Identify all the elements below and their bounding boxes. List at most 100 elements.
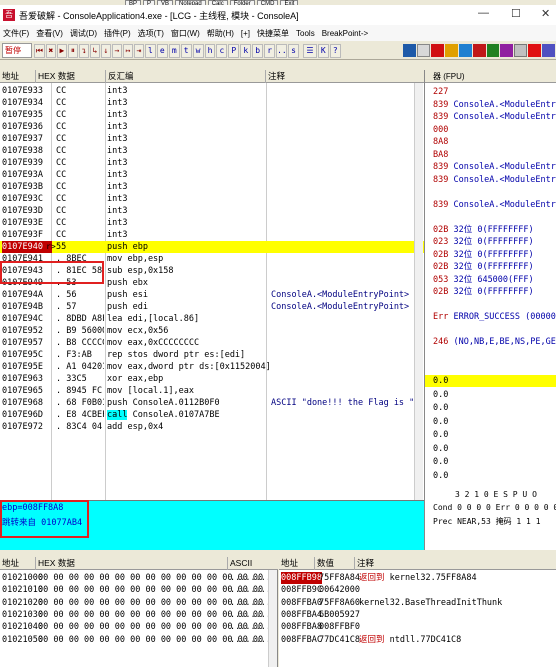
dump-row[interactable]: 01021030 00 00 00 00 00 00 00 00 00 00 00… — [0, 609, 277, 621]
disasm-row[interactable]: 0107E952 . B9 56000000mov ecx,0x56 — [0, 325, 424, 337]
disasm-row[interactable]: 0107E968 . 68 F0B01201push ConsoleA.0112B… — [0, 397, 424, 409]
disasm-scrollbar[interactable] — [414, 83, 423, 500]
fpu-register[interactable]: 0.0 — [433, 416, 448, 428]
disasm-row[interactable]: 0107E940 r> 55 push ebp — [0, 241, 424, 253]
menu-file[interactable]: 文件(F) — [3, 28, 29, 39]
disasm-row[interactable]: 0107E933 CC int3 — [0, 85, 424, 97]
disasm-row[interactable]: 0107E93A CC int3 — [0, 169, 424, 181]
disasm-row[interactable]: 0107E934 CC int3 — [0, 97, 424, 109]
disasm-row[interactable]: 0107E938 CC int3 — [0, 145, 424, 157]
plugin-icon-5[interactable] — [458, 44, 472, 57]
register-line[interactable]: 839 ConsoleA.<ModuleEntryPoint> — [433, 199, 556, 211]
stack-row[interactable]: 008FFBAC 77DC41C8 返回到 ntdll.77DC41C8 — [279, 634, 556, 646]
fpu-register[interactable]: 0.0 — [433, 429, 448, 441]
fpu-register[interactable]: 0.0 — [433, 456, 448, 468]
register-line[interactable]: BA8 — [433, 149, 448, 161]
plugin-icon-4[interactable] — [444, 44, 458, 57]
plugin-icon-7[interactable] — [486, 44, 500, 57]
disasm-row[interactable]: 0107E93F CC int3 — [0, 229, 424, 241]
menu-breakpoint[interactable]: BreakPoint-> — [322, 29, 368, 38]
fpu-register[interactable]: 0.0 — [433, 402, 448, 414]
patches-window-button[interactable]: P — [228, 43, 240, 58]
memory-window-button[interactable]: m — [168, 43, 180, 58]
minimize-button[interactable]: — — [478, 7, 489, 19]
stack-row[interactable]: 008FFB9C 00642000 — [279, 584, 556, 596]
disasm-row[interactable]: 0107E94A . 56 push esi ConsoleA.<ModuleEntr… — [0, 289, 424, 301]
help-button[interactable]: ? — [329, 43, 341, 58]
memory-dump-pane[interactable]: 01021000 00 00 00 00 00 00 00 00 00 00 00… — [0, 570, 278, 667]
menu-window[interactable]: 窗口(W) — [171, 28, 200, 39]
trace-over-button[interactable]: → — [111, 43, 122, 58]
menu-help[interactable]: 帮助(H) — [207, 28, 234, 39]
fpu-register[interactable]: 0.0 — [433, 375, 448, 387]
stack-pane[interactable]: 008FFB98 75FF8A84 返回到 kernel32.75FF8A84 008… — [279, 570, 556, 667]
disasm-row[interactable]: 0107E935 CC int3 — [0, 109, 424, 121]
close-button[interactable]: ✕ — [541, 7, 550, 20]
stack-row[interactable]: 008FFBA4 6B005927 — [279, 609, 556, 621]
stack-col-address[interactable]: 地址 — [279, 557, 315, 570]
register-line[interactable]: 023 32位 0(FFFFFFFF) — [433, 236, 534, 248]
fpu-register[interactable]: 0.0 — [433, 389, 448, 401]
source-window-button[interactable]: s — [288, 43, 299, 58]
disasm-row[interactable]: 0107E95E . A1 04201501mov eax,dword ptr d… — [0, 361, 424, 373]
register-line[interactable]: 246 (NO,NB,E,BE,NS,PE,GE,LE) — [433, 336, 556, 348]
cpu-window-button[interactable]: c — [216, 43, 228, 58]
menu-shortcuts[interactable]: 快捷菜单 — [257, 28, 289, 39]
plugin-icon-8[interactable] — [500, 44, 514, 57]
register-line[interactable]: 839 ConsoleA.<ModuleEntryPoint> — [433, 111, 556, 123]
register-line[interactable]: 02B 32位 0(FFFFFFFF) — [433, 261, 534, 273]
goto-button[interactable]: ⇥ — [133, 43, 144, 58]
step-into-button[interactable]: ↴ — [78, 43, 89, 58]
plugin-icon-11[interactable] — [542, 44, 556, 57]
disasm-row[interactable]: 0107E94C . 8DBD A8FEFFFFlea edi,[local.86… — [0, 313, 424, 325]
dump-row[interactable]: 01021000 00 00 00 00 00 00 00 00 00 00 00… — [0, 572, 277, 584]
dump-scrollbar[interactable] — [268, 570, 277, 667]
runtrace-window-button[interactable]: ... — [276, 43, 292, 58]
disasm-row[interactable]: 0107E972 . 83C4 04 add esp,0x4 — [0, 421, 424, 433]
log-window-button[interactable]: l — [144, 43, 156, 58]
menu-tools[interactable]: Tools — [296, 29, 315, 38]
step-over-button[interactable]: ↳ — [89, 43, 100, 58]
dump-col-hex[interactable]: HEX 数据 — [36, 557, 228, 570]
menu-plugins[interactable]: 插件(P) — [104, 28, 131, 39]
pause-button[interactable]: ⏸ — [67, 43, 78, 58]
dump-col-ascii[interactable]: ASCII — [228, 557, 278, 570]
registers-pane[interactable]: 器 (FPU) 227 839 ConsoleA.<ModuleEntryPoin… — [424, 70, 556, 550]
disasm-row[interactable]: 0107E957 . B8 CCCCCCCCmov eax,0xCCCCCCCC — [0, 337, 424, 349]
dump-row[interactable]: 01021020 00 00 00 00 00 00 00 00 00 00 00… — [0, 597, 277, 609]
plugin-icon-3[interactable] — [430, 44, 444, 57]
register-line[interactable]: 000 — [433, 124, 448, 136]
menu-debug[interactable]: 调试(D) — [70, 28, 97, 39]
register-line[interactable]: 02B 32位 0(FFFFFFFF) — [433, 224, 534, 236]
disasm-row[interactable]: 0107E93B CC int3 — [0, 181, 424, 193]
disasm-row[interactable]: 0107E937 CC int3 — [0, 133, 424, 145]
register-line[interactable]: 053 32位 645000(FFF) — [433, 274, 534, 286]
register-line[interactable]: 839 ConsoleA.<ModuleEntryPoint> — [433, 174, 556, 186]
disasm-row[interactable]: 0107E93D CC int3 — [0, 205, 424, 217]
menu-plus[interactable]: [+] — [241, 29, 250, 38]
disasm-row[interactable]: 0107E936 CC int3 — [0, 121, 424, 133]
plugin-icon-6[interactable] — [472, 44, 486, 57]
callstack-window-button[interactable]: k — [240, 43, 252, 58]
register-line[interactable]: 839 ConsoleA.<ModuleEntryPoint> — [433, 99, 556, 111]
menu-options[interactable]: 选项(T) — [138, 28, 164, 39]
terminate-button[interactable]: ✖ — [45, 43, 56, 58]
disasm-row[interactable]: 0107E963 . 33C5 xor eax,ebp — [0, 373, 424, 385]
stack-row[interactable]: 008FFBA8 008FFBF0 — [279, 621, 556, 633]
windows-window-button[interactable]: w — [192, 43, 204, 58]
fpu-register[interactable]: 0.0 — [433, 443, 448, 455]
modules-window-button[interactable]: e — [156, 43, 168, 58]
disasm-row[interactable]: 0107E94B . 57 push edi ConsoleA.<ModuleEntr… — [0, 301, 424, 313]
col-hex[interactable]: HEX 数据 — [36, 70, 106, 83]
disasm-row[interactable]: 0107E939 CC int3 — [0, 157, 424, 169]
maximize-button[interactable]: ☐ — [511, 7, 521, 20]
references-window-button[interactable]: r — [264, 43, 276, 58]
restart-button[interactable]: ⏮ — [33, 43, 45, 58]
plugin-icon-9[interactable] — [514, 44, 528, 57]
col-comment[interactable]: 注释 — [266, 70, 424, 83]
stack-row[interactable]: 008FFBA0 75FF8A60 kernel32.BaseThreadInitT… — [279, 597, 556, 609]
handles-window-button[interactable]: h — [204, 43, 216, 58]
register-line[interactable]: 227 — [433, 86, 448, 98]
disasm-row[interactable]: 0107E95C . F3:AB rep stos dword ptr es:[ed… — [0, 349, 424, 361]
stack-row[interactable]: 008FFB98 75FF8A84 返回到 kernel32.75FF8A84 — [279, 572, 556, 585]
